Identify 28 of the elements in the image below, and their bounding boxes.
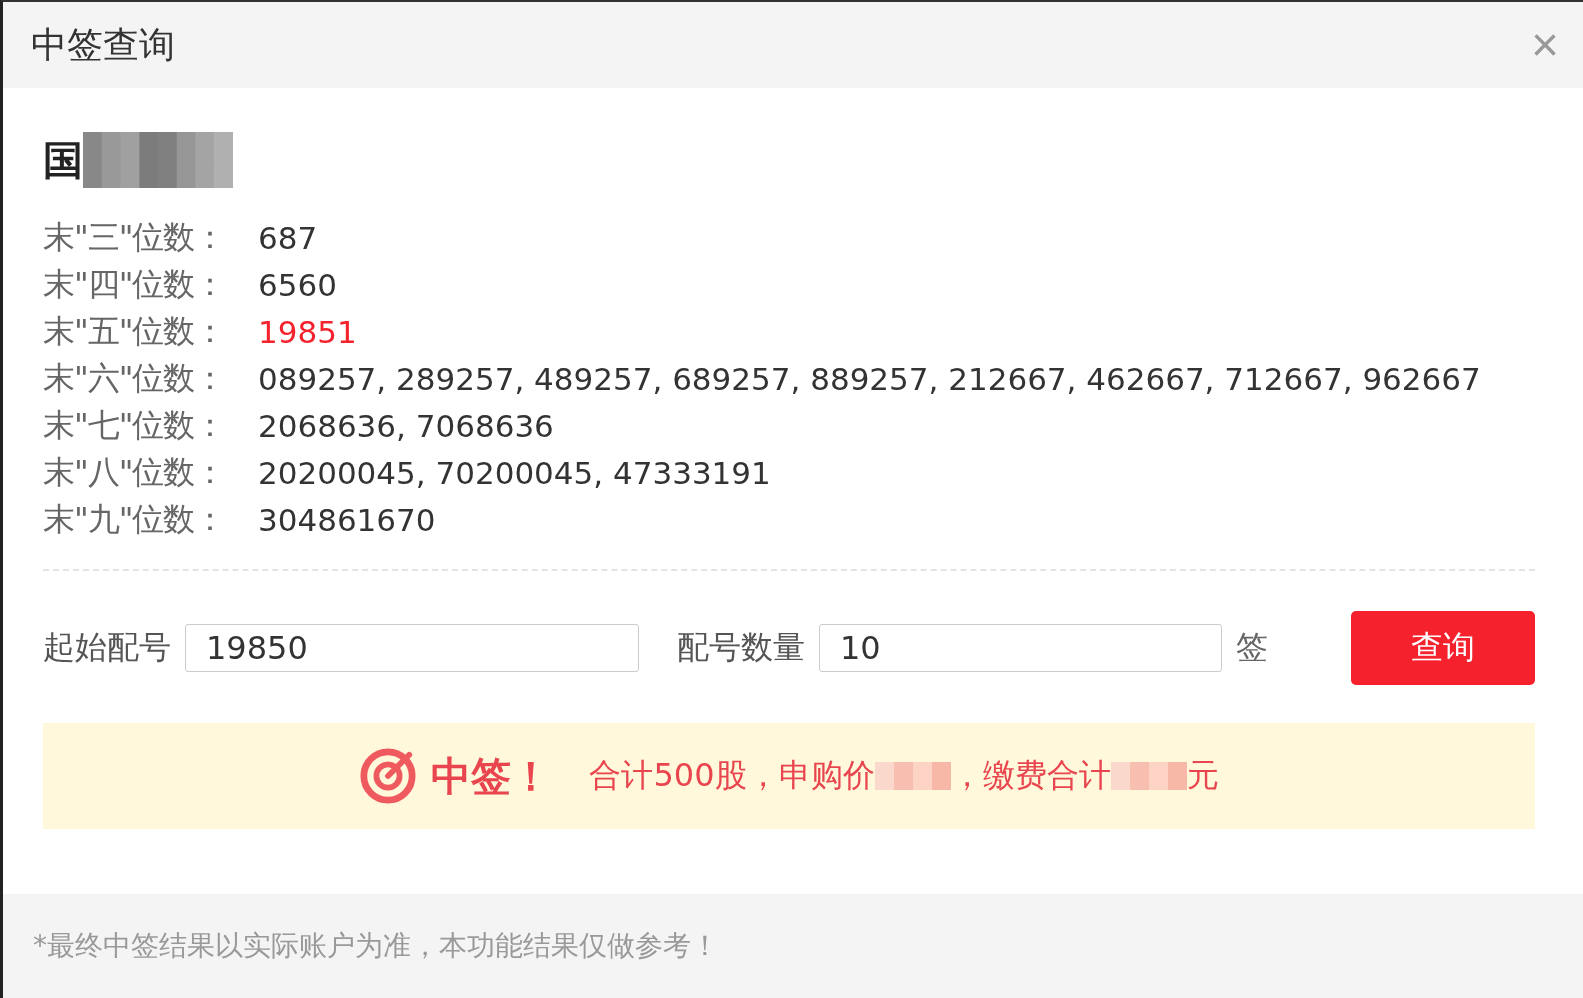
result-text: ，缴费合计	[950, 755, 1111, 796]
row-value: 687	[258, 219, 318, 256]
row-label: 末"七"位数：	[43, 404, 227, 446]
dialog-title: 中签查询	[31, 22, 175, 67]
query-button[interactable]: 查询	[1351, 611, 1535, 685]
row-label: 末"五"位数：	[43, 310, 227, 352]
count-field[interactable]: 10	[819, 624, 1222, 672]
row-label: 末"三"位数：	[43, 216, 227, 258]
row-value: 089257, 289257, 489257, 689257, 889257, 212667, 462667, 712667, 962667	[258, 360, 1481, 397]
row-value: 304861670	[258, 501, 436, 538]
row-label: 末"八"位数：	[43, 451, 227, 493]
field-label: 配号数量	[677, 627, 805, 668]
field-label: 起始配号	[43, 627, 171, 668]
unit-label: 签	[1236, 627, 1268, 668]
row-label: 末"四"位数：	[43, 263, 227, 305]
row-value: 2068636, 7068636	[258, 407, 554, 444]
start-number-field[interactable]: 19850	[185, 624, 639, 672]
row-label: 末"六"位数：	[43, 357, 227, 399]
row-value: 20200045, 70200045, 47333191	[258, 454, 771, 491]
row-label: 末"九"位数：	[43, 498, 227, 540]
stock-name: 国	[43, 135, 83, 185]
result-text: 元	[1186, 755, 1219, 796]
target-icon	[359, 747, 418, 805]
row-value: 19851	[258, 313, 357, 350]
footer-note: *最终中签结果以实际账户为准，本功能结果仅做参考！	[33, 928, 719, 964]
result-text: 合计500股，申购价	[589, 755, 875, 796]
result-headline: 中签！	[431, 751, 552, 801]
row-value: 6560	[258, 266, 337, 303]
